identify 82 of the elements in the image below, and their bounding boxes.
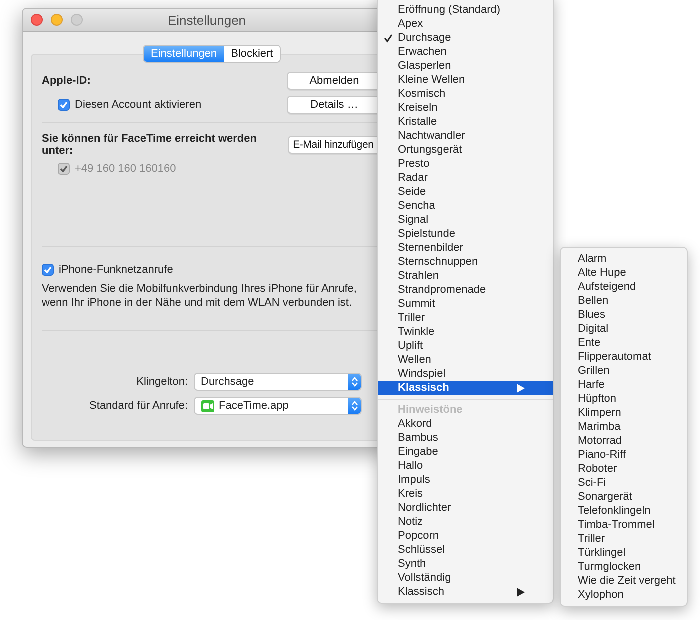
menu-header: Hinweistöne: [397, 403, 464, 417]
menu-item[interactable]: Nordlichter: [378, 501, 553, 515]
menu-item[interactable]: Durchsage: [378, 31, 553, 45]
submenu-arrow-icon: [517, 588, 525, 596]
menu-item[interactable]: Alte Hupe: [561, 266, 687, 280]
updown-icon: [350, 376, 358, 388]
menu-item[interactable]: Eröffnung (Standard): [378, 3, 553, 17]
submenu-arrow-icon: [517, 384, 525, 392]
menu-item[interactable]: Glasperlen: [378, 59, 553, 73]
menu-item[interactable]: Hüpfton: [561, 392, 687, 406]
close-button[interactable]: [31, 14, 43, 26]
checkbox-label: Diesen Account aktivieren: [75, 99, 202, 111]
checkmark-icon: [384, 34, 392, 42]
menu-item[interactable]: Schlüssel: [378, 543, 553, 557]
menu-item[interactable]: Xylophon: [561, 588, 687, 602]
description-text: Verwenden Sie die Mobilfunkverbindung Ihres iPhone für Anrufe, wenn Ihr iPhone in der Nähe und mit dem WLAN verbunden ist.: [42, 282, 358, 310]
menu-item[interactable]: Triller: [378, 311, 553, 325]
menu-item[interactable]: Türklingel: [561, 546, 687, 560]
menu-item[interactable]: Wellen: [378, 353, 553, 367]
checkbox[interactable]: [58, 99, 70, 111]
menu-item[interactable]: Twinkle: [378, 325, 553, 339]
menu-item[interactable]: Akkord: [378, 417, 553, 431]
menu-item[interactable]: Strandpromenade: [378, 283, 553, 297]
menu-item[interactable]: Strahlen: [378, 269, 553, 283]
menu-item[interactable]: Telefonklingeln: [561, 504, 687, 518]
camera-icon: [201, 400, 215, 412]
menu-item[interactable]: Impuls: [378, 473, 553, 487]
menu-item[interactable]: Seide: [378, 185, 553, 199]
menu-item[interactable]: Marimba: [561, 420, 687, 434]
menu-item[interactable]: Sonargerät: [561, 490, 687, 504]
updown-icon: [350, 400, 358, 412]
menu-item[interactable]: Grillen: [561, 364, 687, 378]
menu-item[interactable]: Kreis: [378, 487, 553, 501]
menu-item[interactable]: Klimpern: [561, 406, 687, 420]
menu-item[interactable]: Roboter: [561, 462, 687, 476]
menu-item[interactable]: Triller: [561, 532, 687, 546]
menu-item[interactable]: Uplift: [378, 339, 553, 353]
ringtone-popup[interactable]: Durchsage: [194, 373, 362, 391]
checkbox[interactable]: [42, 264, 54, 276]
menu-item[interactable]: Digital: [561, 322, 687, 336]
menu-item[interactable]: Kristalle: [378, 115, 553, 129]
menu-item[interactable]: Sternenbilder: [378, 241, 553, 255]
menu-item[interactable]: Apex: [378, 17, 553, 31]
menu-item[interactable]: Aufsteigend: [561, 280, 687, 294]
field-label: Klingelton:: [136, 376, 188, 388]
menu-item[interactable]: Vollständig: [378, 571, 553, 585]
menu-item[interactable]: Piano-Riff: [561, 448, 687, 462]
menu-item[interactable]: Synth: [378, 557, 553, 571]
section-label: Apple-ID:: [42, 75, 91, 87]
menu-item[interactable]: Flipperautomat: [561, 350, 687, 364]
menu-item[interactable]: Hallo: [378, 459, 553, 473]
menu-item[interactable]: Radar: [378, 171, 553, 185]
menu-item[interactable]: Alarm: [561, 252, 687, 266]
menu-item[interactable]: Motorrad: [561, 434, 687, 448]
menu-item[interactable]: Timba-Trommel: [561, 518, 687, 532]
menu-item[interactable]: Turmglocken: [561, 560, 687, 574]
section-label: Sie können für FaceTime erreicht werden unter:: [42, 133, 258, 157]
window-title: Einstellungen: [168, 12, 246, 28]
menu-item[interactable]: Eingabe: [378, 445, 553, 459]
default-app-popup[interactable]: FaceTime.app: [194, 397, 362, 415]
field-label: Standard für Anrufe:: [90, 400, 188, 412]
menu-item[interactable]: Harfe: [561, 378, 687, 392]
menu-item[interactable]: Erwachen: [378, 45, 553, 59]
menu-item[interactable]: Popcorn: [378, 529, 553, 543]
menu-item[interactable]: Klassisch: [378, 585, 553, 599]
menu-item[interactable]: Klassisch: [378, 381, 553, 395]
menu-item[interactable]: Sternschnuppen: [378, 255, 553, 269]
menu-item[interactable]: Presto: [378, 157, 553, 171]
menu-item[interactable]: Sencha: [378, 199, 553, 213]
menu-item[interactable]: Ente: [561, 336, 687, 350]
menu-item[interactable]: Bellen: [561, 294, 687, 308]
menu-item[interactable]: Bambus: [378, 431, 553, 445]
menu-item[interactable]: Signal: [378, 213, 553, 227]
menu-item[interactable]: Summit: [378, 297, 553, 311]
menu-item[interactable]: Notiz: [378, 515, 553, 529]
menu-item[interactable]: Sci-Fi: [561, 476, 687, 490]
menu-item[interactable]: Blues: [561, 308, 687, 322]
menu-item[interactable]: Windspiel: [378, 367, 553, 381]
menu-item[interactable]: Wie die Zeit vergeht: [561, 574, 687, 588]
phone-number: +49 160 160 160160: [75, 163, 176, 175]
menu-item[interactable]: Spielstunde: [378, 227, 553, 241]
checkbox-label: iPhone-Funknetzanrufe: [59, 264, 174, 276]
